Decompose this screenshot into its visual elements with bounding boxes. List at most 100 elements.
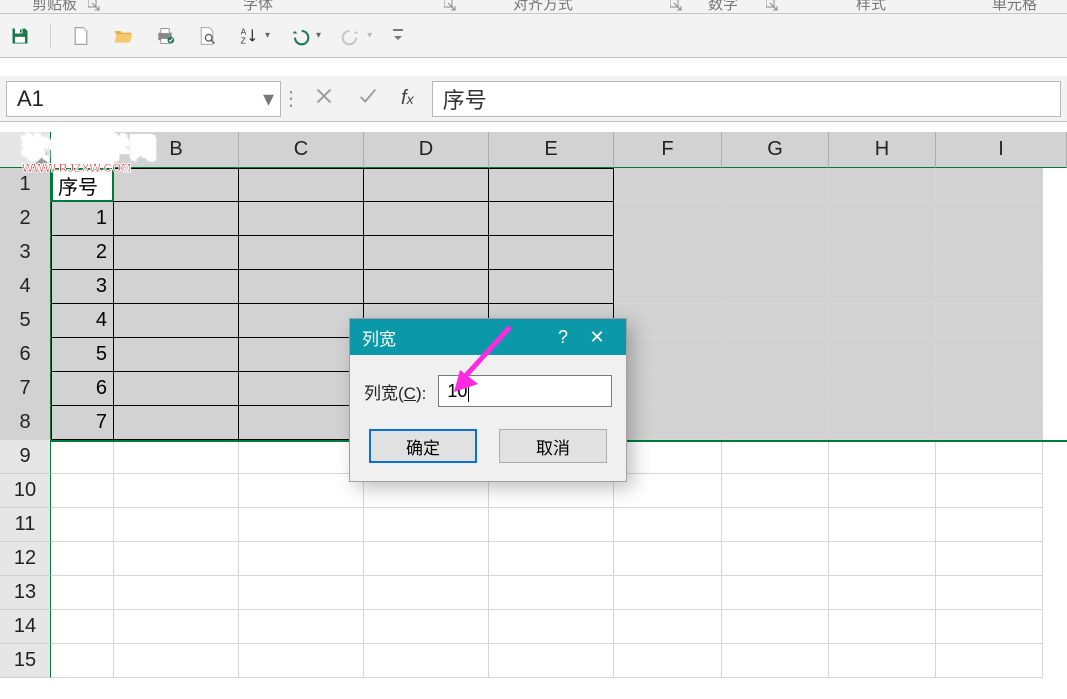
cell-C4[interactable] (239, 270, 364, 304)
row-header-12[interactable]: 12 (0, 542, 51, 576)
cell-D4[interactable] (364, 270, 489, 304)
cell-A6[interactable]: 5 (51, 338, 114, 372)
quick-print-icon[interactable] (153, 24, 177, 48)
row-header-8[interactable]: 8 (0, 406, 51, 440)
open-icon[interactable] (111, 24, 135, 48)
cell-A9[interactable] (51, 440, 114, 474)
row-header-5[interactable]: 5 (0, 304, 51, 338)
cell-A3[interactable]: 2 (51, 236, 114, 270)
cell-G7[interactable] (722, 372, 829, 406)
cell-C11[interactable] (239, 508, 364, 542)
customize-qat-icon[interactable] (390, 24, 406, 48)
cell-F4[interactable] (614, 270, 722, 304)
row-header-4[interactable]: 4 (0, 270, 51, 304)
dialog-titlebar[interactable]: 列宽 ? ✕ (350, 319, 626, 355)
col-header-I[interactable]: I (936, 132, 1067, 168)
cell-H7[interactable] (829, 372, 936, 406)
cell-G6[interactable] (722, 338, 829, 372)
cell-H12[interactable] (829, 542, 936, 576)
cell-D13[interactable] (364, 576, 489, 610)
row-header-7[interactable]: 7 (0, 372, 51, 406)
col-header-E[interactable]: E (489, 132, 614, 168)
col-header-C[interactable]: C (239, 132, 364, 168)
cell-H13[interactable] (829, 576, 936, 610)
redo-icon[interactable] (339, 24, 363, 48)
cell-F11[interactable] (614, 508, 722, 542)
cell-G8[interactable] (722, 406, 829, 440)
cell-F10[interactable] (614, 474, 722, 508)
cell-I15[interactable] (936, 644, 1043, 678)
cell-B6[interactable] (114, 338, 239, 372)
cell-B7[interactable] (114, 372, 239, 406)
cell-F8[interactable] (614, 406, 722, 440)
row-header-3[interactable]: 3 (0, 236, 51, 270)
cell-D11[interactable] (364, 508, 489, 542)
cell-G9[interactable] (722, 440, 829, 474)
formula-resize-handle[interactable]: ⋮ (287, 86, 295, 111)
cancel-fx-icon[interactable] (313, 85, 335, 112)
dialog-close-button[interactable]: ✕ (580, 327, 614, 348)
row-header-13[interactable]: 13 (0, 576, 51, 610)
cell-E12[interactable] (489, 542, 614, 576)
cell-F6[interactable] (614, 338, 722, 372)
cell-F5[interactable] (614, 304, 722, 338)
cell-H4[interactable] (829, 270, 936, 304)
cell-E11[interactable] (489, 508, 614, 542)
cell-E1[interactable] (489, 168, 614, 202)
new-icon[interactable] (69, 24, 93, 48)
cell-B15[interactable] (114, 644, 239, 678)
row-header-9[interactable]: 9 (0, 440, 51, 474)
cell-B3[interactable] (114, 236, 239, 270)
cell-D1[interactable] (364, 168, 489, 202)
cell-D12[interactable] (364, 542, 489, 576)
cell-C6[interactable] (239, 338, 364, 372)
cell-A12[interactable] (51, 542, 114, 576)
cell-F13[interactable] (614, 576, 722, 610)
cell-H5[interactable] (829, 304, 936, 338)
save-icon[interactable] (8, 24, 32, 48)
cell-E4[interactable] (489, 270, 614, 304)
cell-D2[interactable] (364, 202, 489, 236)
cell-I6[interactable] (936, 338, 1043, 372)
cell-G10[interactable] (722, 474, 829, 508)
enter-fx-icon[interactable] (357, 85, 379, 112)
row-header-11[interactable]: 11 (0, 508, 51, 542)
cell-I14[interactable] (936, 610, 1043, 644)
cell-H6[interactable] (829, 338, 936, 372)
cancel-button[interactable]: 取消 (499, 429, 607, 463)
cell-C15[interactable] (239, 644, 364, 678)
dropdown-icon[interactable]: ▾ (316, 30, 321, 41)
cell-H10[interactable] (829, 474, 936, 508)
cell-B10[interactable] (114, 474, 239, 508)
cell-B9[interactable] (114, 440, 239, 474)
cell-E15[interactable] (489, 644, 614, 678)
cell-H1[interactable] (829, 168, 936, 202)
dropdown-icon[interactable]: ▾ (265, 30, 270, 41)
cell-C1[interactable] (239, 168, 364, 202)
cell-H15[interactable] (829, 644, 936, 678)
cell-E3[interactable] (489, 236, 614, 270)
cell-I10[interactable] (936, 474, 1043, 508)
row-header-15[interactable]: 15 (0, 644, 51, 678)
cell-B2[interactable] (114, 202, 239, 236)
cell-G3[interactable] (722, 236, 829, 270)
group-launcher-icon[interactable] (88, 0, 100, 10)
cell-H3[interactable] (829, 236, 936, 270)
sort-icon[interactable]: AZ (237, 24, 261, 48)
column-width-input[interactable]: 10 (438, 375, 612, 407)
cell-I4[interactable] (936, 270, 1043, 304)
row-header-6[interactable]: 6 (0, 338, 51, 372)
col-header-D[interactable]: D (364, 132, 489, 168)
cell-A2[interactable]: 1 (51, 202, 114, 236)
cell-C7[interactable] (239, 372, 364, 406)
cell-A4[interactable]: 3 (51, 270, 114, 304)
cell-A14[interactable] (51, 610, 114, 644)
cell-I7[interactable] (936, 372, 1043, 406)
name-box[interactable]: A1 ▾ (6, 81, 281, 117)
formula-input[interactable]: 序号 (432, 81, 1061, 117)
col-header-G[interactable]: G (722, 132, 829, 168)
row-header-14[interactable]: 14 (0, 610, 51, 644)
cell-B13[interactable] (114, 576, 239, 610)
fx-icon[interactable]: fx (401, 87, 414, 110)
row-header-2[interactable]: 2 (0, 202, 51, 236)
